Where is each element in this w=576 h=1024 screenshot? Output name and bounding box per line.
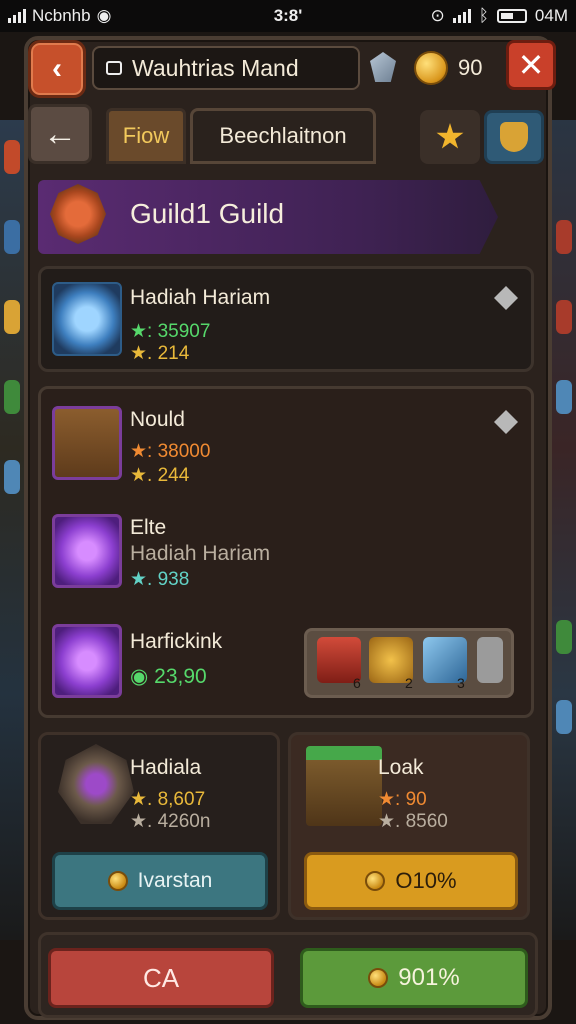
status-time: 3:8' xyxy=(273,6,303,25)
harfickink-stat-value: 23,90 xyxy=(154,665,207,688)
page-title: Wauhtrias Mand xyxy=(132,54,299,81)
hadiala-stat-1: ★. 8,607 xyxy=(130,789,206,810)
bluetooth-icon: ᛒ xyxy=(478,6,489,25)
wifi-icon: ◉ xyxy=(96,6,112,25)
ivarstan-button[interactable]: Ivarstan xyxy=(52,852,268,910)
shield-icon xyxy=(500,122,528,152)
side-gem-icon xyxy=(556,300,572,334)
signal-icon xyxy=(8,9,26,23)
blue-crystal-icon xyxy=(52,282,122,356)
loak-name: Loak xyxy=(378,756,424,779)
coin-counter: 90 xyxy=(414,46,502,90)
percent-buy-button[interactable]: O10% xyxy=(304,852,518,910)
side-gem-icon xyxy=(556,220,572,254)
item-count-2: 2 xyxy=(405,675,413,691)
right-background-decor xyxy=(552,120,576,940)
title-box: Wauhtrias Mand xyxy=(92,46,360,90)
nould-stat-1: ★: 38000 xyxy=(130,441,211,462)
carrier-text: Ncbnhb xyxy=(32,6,91,25)
tab-beechlaitnon[interactable]: Beechlaitnon xyxy=(190,108,376,164)
chevron-left-icon: ‹ xyxy=(52,52,62,85)
cancel-button[interactable]: CA xyxy=(48,948,274,1008)
close-icon: ✕ xyxy=(517,47,545,83)
nould-name: Nould xyxy=(130,408,185,431)
tab-flow[interactable]: Fiow xyxy=(106,108,186,164)
purple-crystal-icon-2 xyxy=(52,624,122,698)
signal-icon-2 xyxy=(452,9,471,23)
hadiala-name: Hadiala xyxy=(130,756,202,779)
side-gem-icon xyxy=(556,380,572,414)
coin-icon xyxy=(414,51,448,85)
side-gem-icon xyxy=(556,700,572,734)
star-icon xyxy=(436,123,464,149)
status-bar: Ncbnhb ◉ 3:8' ⊙ ᛒ 04M xyxy=(0,0,576,32)
green-coin-icon: ◉ xyxy=(130,665,155,688)
back-hex-button[interactable]: ‹ xyxy=(28,40,86,98)
window-icon xyxy=(106,61,122,75)
elte-subtitle: Hadiah Hariam xyxy=(130,542,271,565)
hariam-name: Hadiah Hariam xyxy=(130,286,271,309)
percent-buy-label: O10% xyxy=(395,868,457,893)
favorites-button[interactable] xyxy=(420,110,480,164)
left-background-decor xyxy=(0,120,24,940)
status-right: ⊙ ᛒ 04M xyxy=(368,6,568,26)
elte-stat-1: ★. 938 xyxy=(130,569,190,590)
side-gem-icon xyxy=(556,620,572,654)
side-gem-icon xyxy=(4,380,20,414)
guild-emblem-icon xyxy=(50,184,106,244)
nould-stat-2: ★. 244 xyxy=(130,465,190,486)
battery-icon xyxy=(496,9,527,23)
chest-icon xyxy=(306,746,382,826)
status-right-text: 04M xyxy=(534,6,568,25)
side-gem-icon xyxy=(4,140,20,174)
hariam-stat-2: ★. 214 xyxy=(130,343,190,364)
shield-button[interactable] xyxy=(484,110,544,164)
purple-crystal-icon xyxy=(52,514,122,588)
coin-value: 90 xyxy=(458,55,483,80)
item-count-3: 3 xyxy=(457,675,465,691)
hadiala-stat-2: ★. 4260n xyxy=(130,811,211,832)
loak-stat-1: ★: 90 xyxy=(378,789,427,810)
coin-icon xyxy=(365,871,386,891)
confirm-label: 901% xyxy=(398,964,460,991)
loak-stat-2: ★. 8560 xyxy=(378,811,448,832)
harfickink-stat: ◉ 23,90 xyxy=(130,664,207,689)
status-left: Ncbnhb ◉ xyxy=(8,6,208,26)
harfickink-name: Harfickink xyxy=(130,630,223,653)
key-icon xyxy=(477,637,503,683)
ivarstan-label: Ivarstan xyxy=(137,869,213,892)
back-button[interactable]: ← xyxy=(28,104,92,164)
alarm-icon: ⊙ xyxy=(430,6,445,25)
elte-name: Elte xyxy=(130,516,167,539)
confirm-button[interactable]: 901% xyxy=(300,948,528,1008)
side-gem-icon xyxy=(4,300,20,334)
item-count-1: 6 xyxy=(353,675,361,691)
tab-bar: ← Fiow Beechlaitnon xyxy=(28,102,548,170)
reward-items-row[interactable]: 6 2 3 xyxy=(304,628,514,698)
coin-icon xyxy=(107,871,128,891)
arrow-left-icon: ← xyxy=(43,114,77,153)
close-button[interactable]: ✕ xyxy=(506,40,556,90)
green-chest-icon xyxy=(52,406,122,480)
hariam-stat-1: ★: 35907 xyxy=(130,321,211,342)
side-gem-icon xyxy=(4,460,20,494)
coin-icon xyxy=(368,968,389,988)
guild-title: Guild1 Guild xyxy=(130,198,285,229)
side-gem-icon xyxy=(4,220,20,254)
